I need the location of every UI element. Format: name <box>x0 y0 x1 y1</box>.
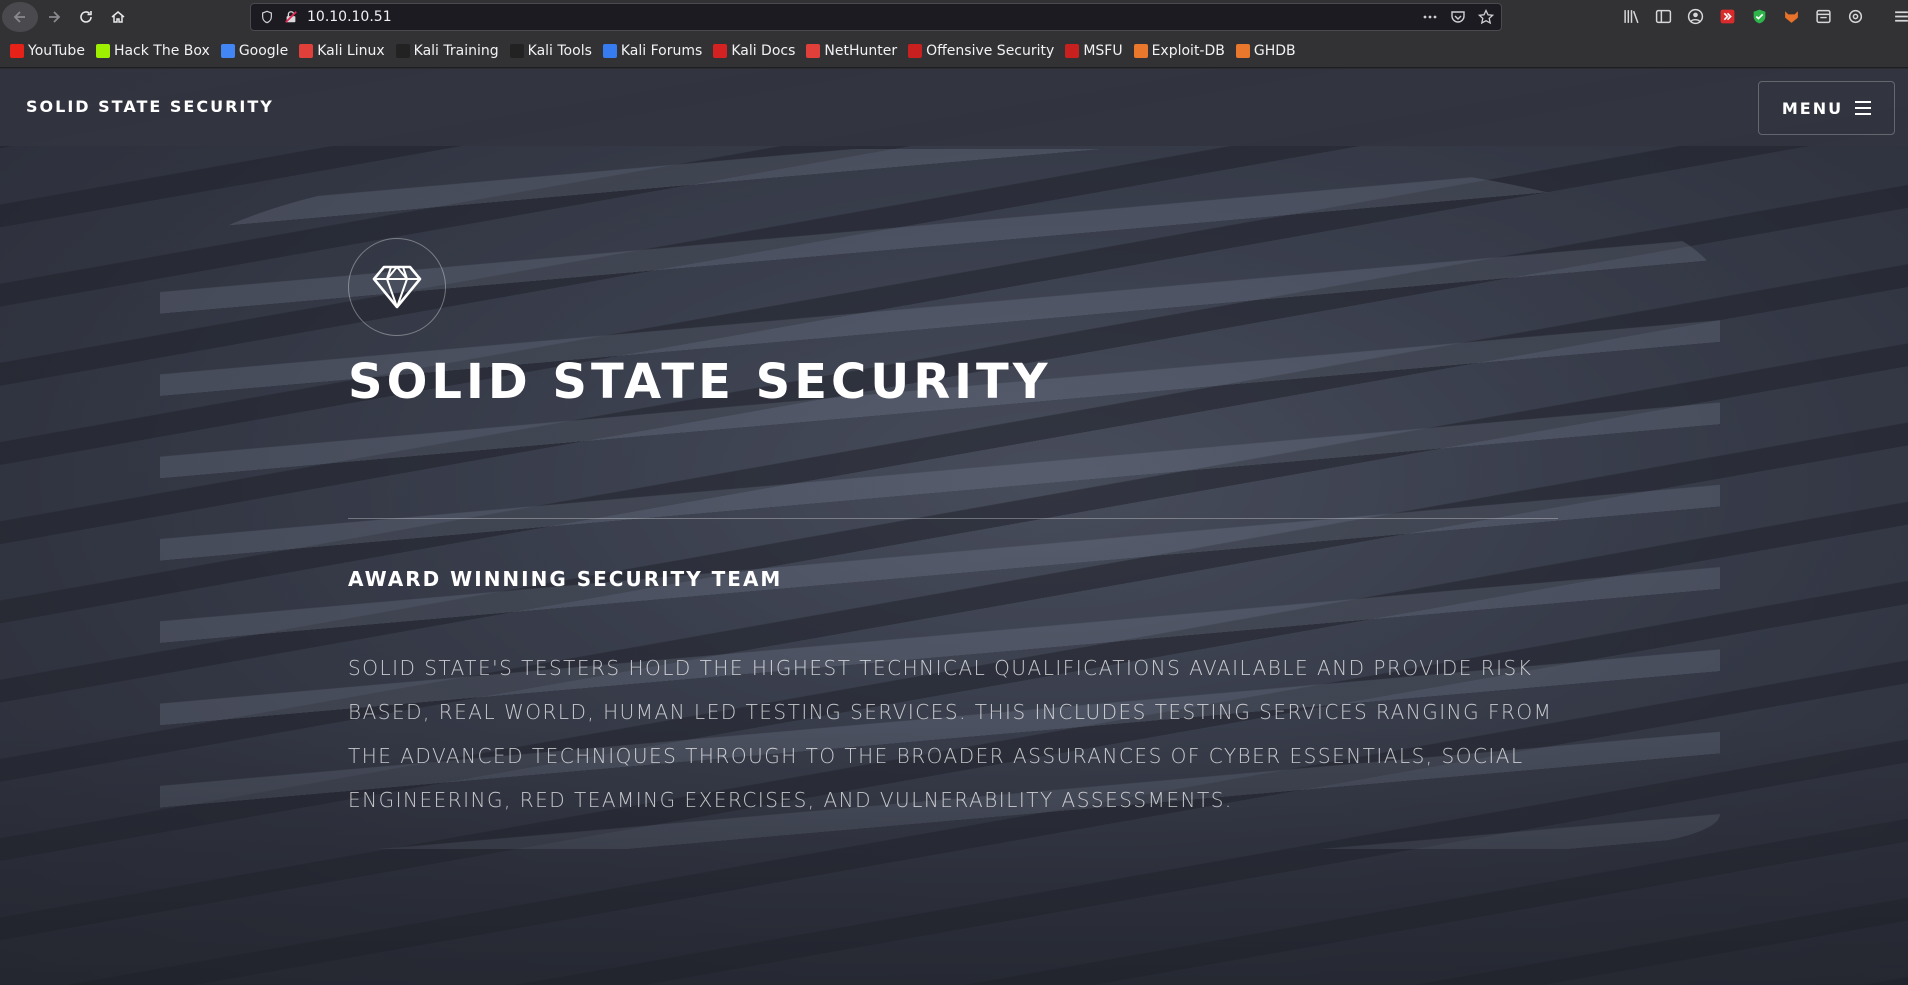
bookmark-item[interactable]: MSFU <box>1065 42 1123 59</box>
bookmark-item[interactable]: GHDB <box>1235 42 1296 59</box>
bookmark-favicon-icon <box>908 43 923 58</box>
site-header: SOLID STATE SECURITY MENU <box>0 69 1908 146</box>
bookmark-favicon-icon <box>10 43 24 58</box>
extension-fox-icon[interactable] <box>1780 5 1803 28</box>
extension-red-icon[interactable] <box>1716 5 1739 28</box>
menu-button[interactable]: MENU <box>1758 81 1895 135</box>
account-icon[interactable] <box>1684 5 1707 28</box>
toolbar-right-icons <box>1620 5 1908 28</box>
extension-green-shield-icon[interactable] <box>1748 5 1771 28</box>
bookmark-label: Exploit-DB <box>1151 42 1225 59</box>
bookmark-favicon-icon <box>602 43 617 58</box>
bookmark-label: Kali Tools <box>527 42 592 59</box>
bookmark-favicon-icon <box>95 43 110 58</box>
arrow-right-icon <box>49 11 61 23</box>
page-actions-icon[interactable] <box>1421 8 1439 26</box>
bookmark-item[interactable]: NetHunter <box>806 43 897 59</box>
shield-icon[interactable] <box>259 9 275 25</box>
hero-divider <box>348 518 1558 519</box>
bookmark-label: Hack The Box <box>113 42 210 59</box>
home-icon <box>111 11 125 23</box>
bookmark-label: Kali Training <box>413 42 499 59</box>
hero-body-text: SOLID STATE'S TESTERS HOLD THE HIGHEST T… <box>348 656 1553 812</box>
bookmark-item[interactable]: Kali Training <box>395 42 499 59</box>
bookmark-item[interactable]: YouTube <box>10 43 85 59</box>
library-icon[interactable] <box>1620 5 1643 28</box>
extension-window-icon[interactable] <box>1812 5 1835 28</box>
diamond-icon-circle <box>348 238 446 336</box>
bookmarks-toolbar: YouTube Hack The Box Google Kali Linux Kali … <box>0 34 1908 68</box>
back-button[interactable] <box>2 2 38 32</box>
bookmark-item[interactable]: Kali Tools <box>509 42 592 59</box>
url-text: 10.10.10.51 <box>307 9 392 25</box>
bookmark-item[interactable]: Kali Linux <box>299 42 385 59</box>
hamburger-menu-icon[interactable] <box>1890 5 1908 28</box>
bookmark-favicon-icon <box>1133 43 1148 58</box>
bookmark-label: Google <box>238 42 289 59</box>
bookmark-item[interactable]: Kali Docs <box>713 43 795 59</box>
bookmark-item[interactable]: Exploit-DB <box>1133 42 1225 59</box>
bookmark-label: Kali Docs <box>731 42 796 59</box>
bookmark-label: Kali Linux <box>317 42 385 59</box>
bookmark-label: YouTube <box>28 42 85 59</box>
arrow-left-icon <box>13 11 25 23</box>
sidebar-icon[interactable] <box>1652 5 1675 28</box>
url-bar[interactable]: 10.10.10.51 <box>250 3 1502 31</box>
hero-title: SOLID STATE SECURITY <box>348 354 1052 410</box>
bookmark-label: Offensive Security <box>926 42 1055 59</box>
bookmark-favicon-icon <box>509 43 524 58</box>
bookmark-favicon-icon <box>299 43 314 58</box>
url-actions <box>1421 8 1495 26</box>
bookmark-favicon-icon <box>713 43 728 58</box>
bookmark-label: Kali Forums <box>620 42 703 59</box>
reload-button[interactable] <box>70 1 102 33</box>
diamond-icon <box>372 265 422 309</box>
bookmark-label: NetHunter <box>824 42 898 59</box>
bookmark-star-icon[interactable] <box>1477 8 1495 26</box>
bookmark-favicon-icon <box>220 43 235 58</box>
bookmark-favicon-icon <box>806 43 821 58</box>
hero-subtitle: AWARD WINNING SECURITY TEAM <box>348 567 783 591</box>
bookmark-favicon-icon <box>1065 43 1080 58</box>
home-button[interactable] <box>102 1 134 33</box>
extension-gear-icon[interactable] <box>1844 5 1867 28</box>
forward-button[interactable] <box>38 1 70 33</box>
bookmark-item[interactable]: Offensive Security <box>908 43 1054 59</box>
hero-background-image <box>0 69 1908 985</box>
browser-toolbar: 10.10.10.51 <box>0 0 1908 34</box>
reload-icon <box>80 11 92 23</box>
pocket-icon[interactable] <box>1449 8 1467 26</box>
bookmark-label: GHDB <box>1253 42 1296 59</box>
bookmark-item[interactable]: Hack The Box <box>95 42 210 59</box>
bookmark-label: MSFU <box>1083 42 1123 59</box>
site-logo[interactable]: SOLID STATE SECURITY <box>26 97 274 116</box>
bookmark-item[interactable]: Google <box>220 42 289 59</box>
web-page: SOLID STATE SECURITY MENU SOLID STATE SE… <box>0 69 1908 985</box>
menu-bars-icon <box>1855 101 1872 115</box>
insecure-connection-icon[interactable] <box>283 9 299 25</box>
bookmark-favicon-icon <box>395 43 410 58</box>
menu-label: MENU <box>1781 98 1844 118</box>
bookmark-favicon-icon <box>1235 43 1250 58</box>
bookmark-item[interactable]: Kali Forums <box>602 42 703 59</box>
